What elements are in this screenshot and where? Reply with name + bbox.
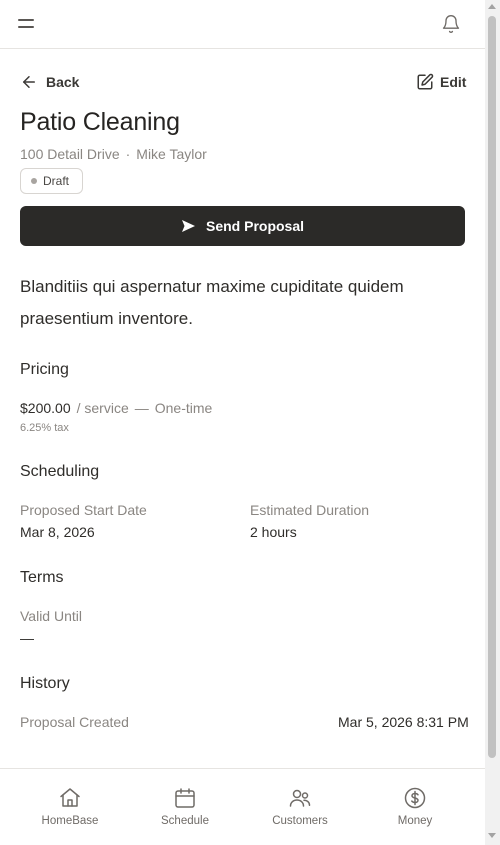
bell-icon[interactable]	[441, 14, 461, 34]
nav-item-schedule[interactable]: Schedule	[135, 769, 235, 845]
job-meta: 100 Detail Drive · Mike Taylor	[20, 146, 207, 162]
status-dot	[31, 178, 37, 184]
valid-until-value: —	[20, 630, 34, 646]
price-frequency: One-time	[154, 400, 213, 416]
price-unit: / service	[76, 400, 129, 416]
nav-item-money[interactable]: Money	[365, 769, 465, 845]
scrollbar-thumb[interactable]	[488, 16, 496, 758]
edit-icon	[417, 73, 434, 90]
send-proposal-label: Send Proposal	[205, 218, 305, 234]
meta-separator: ·	[125, 146, 131, 162]
send-icon	[181, 220, 195, 232]
customer-name: Mike Taylor	[136, 146, 207, 162]
back-button[interactable]: Back	[20, 72, 79, 92]
page-title: Patio Cleaning	[20, 108, 180, 136]
send-proposal-button[interactable]: Send Proposal	[20, 206, 465, 246]
price-amount: $200.00	[20, 400, 71, 416]
scroll-down-arrow-icon[interactable]	[488, 833, 496, 838]
nav-label-homebase: HomeBase	[41, 815, 99, 827]
nav-item-customers[interactable]: Customers	[250, 769, 350, 845]
nav-item-homebase[interactable]: HomeBase	[20, 769, 120, 845]
history-event-time: Mar 5, 2026 8:31 PM	[338, 714, 469, 730]
edit-label: Edit	[440, 74, 467, 90]
job-address: 100 Detail Drive	[20, 146, 120, 162]
status-label: Draft	[43, 174, 70, 188]
duration-label: Estimated Duration	[250, 502, 370, 518]
duration-value: 2 hours	[250, 524, 297, 540]
dollar-circle-icon	[404, 787, 426, 809]
back-label: Back	[46, 74, 80, 90]
status-badge: Draft	[20, 168, 83, 194]
arrow-left-icon	[23, 76, 35, 88]
price-line: $200.00 / service — One-time	[20, 400, 212, 416]
hamburger-icon[interactable]	[18, 17, 36, 31]
valid-until-label: Valid Until	[20, 608, 82, 624]
history-heading: History	[20, 675, 70, 692]
nav-label-customers: Customers	[272, 815, 328, 827]
scroll-up-arrow-icon[interactable]	[488, 4, 496, 9]
start-date-label: Proposed Start Date	[20, 502, 147, 518]
top-bar	[0, 0, 485, 49]
nav-label-money: Money	[397, 815, 433, 827]
home-icon	[60, 788, 80, 807]
start-date-value: Mar 8, 2026	[20, 524, 95, 540]
tax-rate: 6.25% tax	[20, 422, 69, 434]
users-icon	[289, 789, 311, 807]
bottom-nav: HomeBase Schedule Customers Money	[0, 768, 485, 845]
nav-label-schedule: Schedule	[161, 815, 209, 827]
calendar-icon	[175, 788, 195, 808]
price-dash: —	[134, 400, 149, 416]
terms-heading: Terms	[20, 569, 64, 586]
pricing-heading: Pricing	[20, 361, 69, 378]
history-event-label: Proposal Created	[20, 714, 129, 730]
job-description: Blanditiis qui aspernatur maxime cupidit…	[20, 277, 404, 328]
scheduling-heading: Scheduling	[20, 463, 100, 480]
edit-button[interactable]: Edit	[416, 72, 466, 92]
